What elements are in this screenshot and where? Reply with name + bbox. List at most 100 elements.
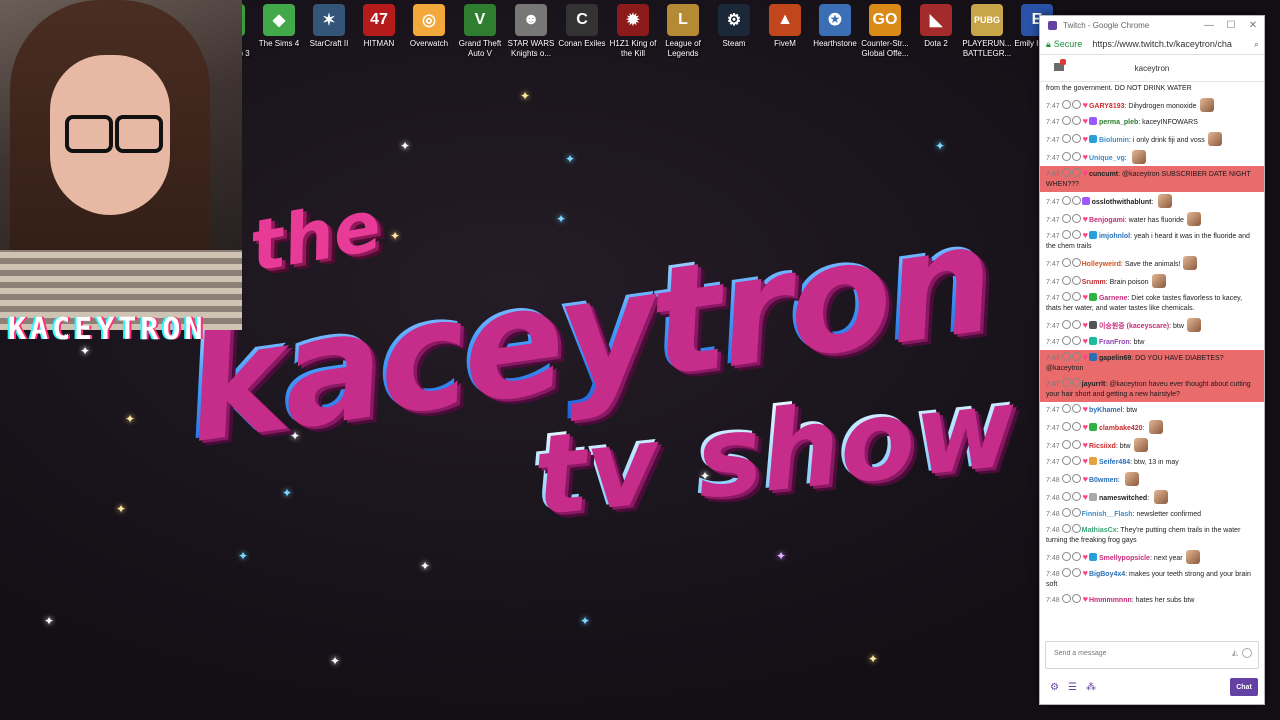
chat-message[interactable]: 7:47 ♥Benjogami: water has fluoride bbox=[1040, 210, 1264, 228]
timeout-icon[interactable] bbox=[1071, 116, 1081, 125]
ban-icon[interactable] bbox=[1061, 134, 1071, 143]
chat-message[interactable]: 7:48 ♥B0wmen: bbox=[1040, 470, 1264, 488]
ban-icon[interactable] bbox=[1061, 440, 1071, 449]
chat-message[interactable]: 7:48 ♥BigBoy4x4: makes your teeth strong … bbox=[1040, 566, 1264, 592]
desktop-icon[interactable]: ◎ Overwatch bbox=[404, 4, 454, 49]
chat-username[interactable]: nameswitched bbox=[1099, 495, 1147, 502]
chat-message[interactable]: 7:47 jayurrlt: @kaceytron haveu ever thou… bbox=[1040, 376, 1264, 402]
timeout-icon[interactable] bbox=[1071, 524, 1081, 533]
desktop-icon[interactable]: C Conan Exiles bbox=[557, 4, 607, 49]
chat-username[interactable]: gapelin69 bbox=[1099, 355, 1131, 362]
chat-message[interactable]: 7:47 ♥ FranFron: btw bbox=[1040, 334, 1264, 350]
chat-username[interactable]: Hmmmmnnn bbox=[1089, 597, 1132, 604]
chat-username[interactable]: Srumm bbox=[1082, 279, 1106, 286]
desktop-icon[interactable]: ☻ STAR WARS Knights o... bbox=[506, 4, 556, 59]
desktop-icon[interactable]: ✹ H1Z1 King of the Kill bbox=[608, 4, 658, 59]
chat-message[interactable]: 7:47 ♥Ricsiixd: btw bbox=[1040, 436, 1264, 454]
timeout-icon[interactable] bbox=[1071, 492, 1081, 501]
timeout-icon[interactable] bbox=[1071, 404, 1081, 413]
chat-username[interactable]: Holleyweird bbox=[1082, 261, 1121, 268]
timeout-icon[interactable] bbox=[1071, 352, 1081, 361]
title-bar[interactable]: Twitch - Google Chrome — ☐ ✕ bbox=[1040, 16, 1264, 34]
timeout-icon[interactable] bbox=[1071, 552, 1081, 561]
desktop-icon[interactable]: ⚙ Steam bbox=[709, 4, 759, 49]
url-text[interactable]: https://www.twitch.tv/kaceytron/chat bbox=[1092, 39, 1232, 49]
ban-icon[interactable] bbox=[1061, 196, 1071, 205]
chat-message[interactable]: 7:48 ♥ Smellypopsicle: next year bbox=[1040, 548, 1264, 566]
chat-message[interactable]: 7:47 ♥GARY8193: Dihydrogen monoxide bbox=[1040, 96, 1264, 114]
close-icon[interactable]: ✕ bbox=[1242, 20, 1264, 31]
timeout-icon[interactable] bbox=[1071, 594, 1081, 603]
ban-icon[interactable] bbox=[1061, 492, 1071, 501]
emote-picker-icon[interactable] bbox=[1242, 648, 1252, 658]
timeout-icon[interactable] bbox=[1071, 100, 1081, 109]
desktop-icon[interactable]: V Grand Theft Auto V bbox=[455, 4, 505, 59]
chat-username[interactable]: perma_pleb bbox=[1099, 119, 1138, 126]
chat-username[interactable]: Biolumin bbox=[1099, 137, 1129, 144]
viewer-list-icon[interactable]: ☰ bbox=[1068, 682, 1077, 693]
timeout-icon[interactable] bbox=[1071, 508, 1081, 517]
chat-message[interactable]: 7:47 ♥ Seifer484: btw, 13 in may bbox=[1040, 454, 1264, 470]
ban-icon[interactable] bbox=[1061, 276, 1071, 285]
chat-username[interactable]: Seifer484 bbox=[1099, 459, 1130, 466]
ban-icon[interactable] bbox=[1061, 508, 1071, 517]
timeout-icon[interactable] bbox=[1071, 152, 1081, 161]
chat-message[interactable]: 7:48 ♥Hmmmmnnn: hates her subs btw bbox=[1040, 592, 1264, 608]
chat-message[interactable]: 7:47 ♥ Garnene: Diet coke tastes flavorles… bbox=[1040, 290, 1264, 316]
extensions-icon[interactable]: ⁂ bbox=[1086, 682, 1096, 693]
ban-icon[interactable] bbox=[1061, 378, 1071, 387]
ban-icon[interactable] bbox=[1061, 568, 1071, 577]
search-icon[interactable]: ⌕ bbox=[1254, 39, 1259, 50]
timeout-icon[interactable] bbox=[1071, 378, 1081, 387]
chat-username[interactable]: jayurrlt bbox=[1082, 381, 1106, 388]
chat-username[interactable]: GARY8193 bbox=[1089, 103, 1125, 110]
ban-icon[interactable] bbox=[1061, 524, 1071, 533]
timeout-icon[interactable] bbox=[1071, 474, 1081, 483]
chat-username[interactable]: FranFron bbox=[1099, 339, 1130, 346]
desktop-icon[interactable]: ◆ The Sims 4 bbox=[254, 4, 304, 49]
chat-username[interactable]: byKhamel bbox=[1089, 407, 1122, 414]
desktop-icon[interactable]: ✪ Hearthstone bbox=[810, 4, 860, 49]
chat-username[interactable]: cuncumt bbox=[1089, 171, 1118, 178]
timeout-icon[interactable] bbox=[1071, 196, 1081, 205]
chat-message[interactable]: 7:47 ♥byKhamel: btw bbox=[1040, 402, 1264, 418]
chat-message[interactable]: 7:48 Finnish__Flash: newsletter confirmed bbox=[1040, 506, 1264, 522]
chat-username[interactable]: imjohnlol bbox=[1099, 233, 1130, 240]
desktop-icon[interactable]: PUBG PLAYERUN... BATTLEGR... bbox=[962, 4, 1012, 59]
chat-username[interactable]: BigBoy4x4 bbox=[1089, 571, 1125, 578]
ban-icon[interactable] bbox=[1061, 474, 1071, 483]
chat-message[interactable]: 7:47 osslothwithablunt: bbox=[1040, 192, 1264, 210]
chat-username[interactable]: Garnene bbox=[1099, 295, 1127, 302]
chat-username[interactable]: clambake420 bbox=[1099, 425, 1143, 432]
ban-icon[interactable] bbox=[1061, 230, 1071, 239]
timeout-icon[interactable] bbox=[1071, 456, 1081, 465]
desktop-icon[interactable]: ◣ Dota 2 bbox=[911, 4, 961, 49]
chat-composer[interactable]: ◭ bbox=[1045, 641, 1259, 669]
ban-icon[interactable] bbox=[1061, 258, 1071, 267]
chat-username[interactable]: Unique_vg bbox=[1089, 155, 1125, 162]
desktop-icon[interactable]: ✶ StarCraft II bbox=[304, 4, 354, 49]
chat-message[interactable]: 7:47 ♥ gapelin69: DO YOU HAVE DIABETES? @k… bbox=[1040, 350, 1264, 376]
chat-username[interactable]: osslothwithablunt bbox=[1092, 199, 1152, 206]
ban-icon[interactable] bbox=[1061, 320, 1071, 329]
chat-message[interactable]: 7:47 ♥ imjohnlol: yeah i heard it was in t… bbox=[1040, 228, 1264, 254]
ban-icon[interactable] bbox=[1061, 404, 1071, 413]
timeout-icon[interactable] bbox=[1071, 292, 1081, 301]
ban-icon[interactable] bbox=[1061, 594, 1071, 603]
timeout-icon[interactable] bbox=[1071, 320, 1081, 329]
chat-send-button[interactable]: Chat bbox=[1230, 678, 1258, 696]
chat-message[interactable]: 7:47 Holleyweird: Save the animals! bbox=[1040, 254, 1264, 272]
ban-icon[interactable] bbox=[1061, 152, 1071, 161]
chat-message[interactable]: from the government. DO NOT DRINK WATER bbox=[1040, 82, 1264, 96]
chat-message[interactable]: 7:47 ♥ Biolumin: i only drink fiji and vos… bbox=[1040, 130, 1264, 148]
chat-message-input[interactable] bbox=[1052, 649, 1236, 658]
address-bar[interactable]: 🔒︎ Secure https://www.twitch.tv/kaceytro… bbox=[1040, 34, 1264, 55]
chat-message[interactable]: 7:47 ♥ 이승원중 (kaceyscare): btw bbox=[1040, 316, 1264, 334]
chat-message[interactable]: 7:48 MathiasCx: They're putting chem trai… bbox=[1040, 522, 1264, 548]
desktop-icon[interactable]: 47 HITMAN bbox=[354, 4, 404, 49]
settings-gear-icon[interactable]: ⚙ bbox=[1050, 682, 1059, 693]
chat-message[interactable]: 7:47 ♥cuncumt: @kaceytron SUBSCRIBER DATE… bbox=[1040, 166, 1264, 192]
ban-icon[interactable] bbox=[1061, 214, 1071, 223]
chat-username[interactable]: B0wmen bbox=[1089, 477, 1118, 484]
timeout-icon[interactable] bbox=[1071, 440, 1081, 449]
